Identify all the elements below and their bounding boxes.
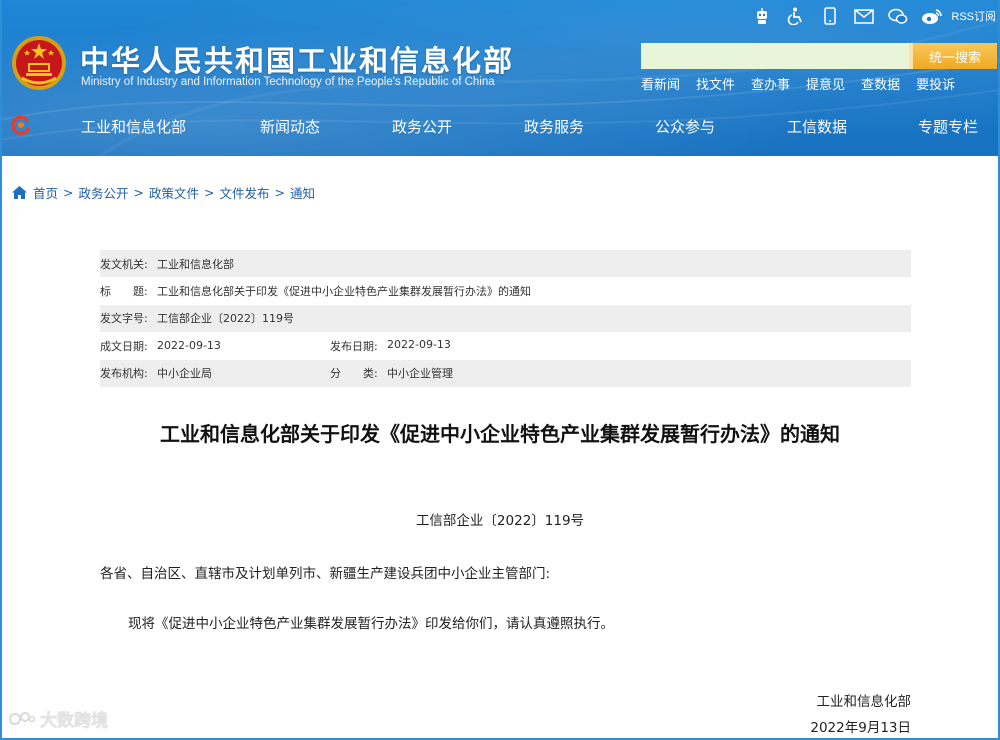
nav-item-ministry[interactable]: 工业和信息化部: [81, 116, 186, 137]
breadcrumb-notice[interactable]: 通知: [290, 183, 315, 202]
weibo-icon[interactable]: [915, 4, 949, 28]
meta-label: 分 类:: [330, 367, 378, 381]
nav-item-gov-services[interactable]: 政务服务: [524, 116, 584, 137]
wechat-icon[interactable]: [881, 4, 915, 28]
meta-label: 发文字号:: [100, 312, 148, 326]
site-subtitle: Ministry of Industry and Information Tec…: [81, 76, 495, 88]
mobile-icon[interactable]: [813, 4, 847, 28]
nav-item-news[interactable]: 新闻动态: [260, 116, 320, 137]
breadcrumb-separator: >: [204, 185, 215, 200]
national-emblem-icon: [12, 36, 66, 90]
meta-row-docno: 发文字号: 工信部企业〔2022〕119号: [100, 304, 911, 333]
meta-value-category: 中小企业管理: [387, 367, 453, 381]
search-input[interactable]: [641, 43, 909, 69]
meta-value-written-date: 2022-09-13: [157, 339, 221, 353]
quick-links: 看新闻 找文件 查办事 提意见 查数据 要投诉: [641, 74, 971, 93]
home-icon: [12, 186, 27, 199]
meta-label: 成文日期:: [100, 339, 148, 353]
site-header: 中华人民共和国工业和信息化部 Ministry of Industry and …: [0, 0, 1000, 156]
breadcrumb-home[interactable]: 首页: [33, 183, 58, 202]
meta-value-docno: 工信部企业〔2022〕119号: [157, 312, 294, 326]
meta-col-category: 分 类: 中小企业管理: [330, 365, 453, 381]
miit-logo-icon[interactable]: [10, 114, 32, 136]
meta-col-published: 发布日期: 2022-09-13: [330, 338, 451, 354]
meta-label: 发布机构:: [100, 367, 148, 381]
meta-row-issuer: 发文机关: 工业和信息化部: [100, 250, 911, 278]
breadcrumb-doc-release[interactable]: 文件发布: [220, 183, 270, 202]
meta-label: 标 题:: [100, 285, 148, 299]
meta-row-dates: 成文日期: 2022-09-13 发布日期: 2022-09-13: [100, 332, 911, 359]
watermark: 大数跨境: [8, 706, 108, 731]
article-title: 工业和信息化部关于印发《促进中小企业特色产业集群发展暂行办法》的通知: [160, 422, 840, 446]
mail-icon[interactable]: [847, 4, 881, 28]
watermark-text: 大数跨境: [40, 711, 108, 731]
quick-link-feedback[interactable]: 提意见: [806, 74, 845, 93]
article-signature-date: 2022年9月13日: [810, 720, 911, 736]
meta-label: 发文机关:: [100, 257, 148, 271]
breadcrumb: 首页 > 政务公开 > 政策文件 > 文件发布 > 通知: [12, 183, 315, 202]
meta-value-issuer: 工业和信息化部: [157, 257, 234, 271]
breadcrumb-policy-docs[interactable]: 政策文件: [149, 183, 199, 202]
article-addressee: 各省、自治区、直辖市及计划单列市、新疆生产建设兵团中小企业主管部门:: [100, 566, 551, 582]
quick-link-complaint[interactable]: 要投诉: [916, 74, 955, 93]
quick-link-files[interactable]: 找文件: [696, 74, 735, 93]
meta-value-org: 中小企业局: [157, 367, 212, 381]
document-meta-table: 发文机关: 工业和信息化部 标 题: 工业和信息化部关于印发《促进中小企业特色产…: [100, 250, 911, 387]
meta-label: 发布日期:: [330, 339, 378, 353]
nav-item-miit-data[interactable]: 工信数据: [787, 116, 847, 137]
breadcrumb-separator: >: [133, 185, 144, 200]
breadcrumb-separator: >: [274, 185, 285, 200]
breadcrumb-separator: >: [63, 185, 74, 200]
article-body-paragraph: 现将《促进中小企业特色产业集群发展暂行办法》印发给你们，请认真遵照执行。: [128, 616, 614, 632]
main-nav: 工业和信息化部 新闻动态 政务公开 政务服务 公众参与 工信数据 专题专栏: [0, 106, 1000, 146]
nav-item-public-participation[interactable]: 公众参与: [655, 116, 715, 137]
meta-row-title: 标 题: 工业和信息化部关于印发《促进中小企业特色产业集群发展暂行办法》的通知: [100, 277, 911, 304]
robot-icon[interactable]: [745, 4, 779, 28]
site-title: 中华人民共和国工业和信息化部: [80, 44, 515, 78]
watermark-logo-icon: [9, 711, 36, 725]
accessibility-icon[interactable]: [779, 4, 813, 28]
meta-value-published-date: 2022-09-13: [387, 337, 451, 351]
top-utility-bar: RSS订阅: [745, 4, 996, 28]
breadcrumb-gov-affairs[interactable]: 政务公开: [79, 183, 129, 202]
rss-link[interactable]: RSS订阅: [951, 8, 996, 24]
meta-row-org: 发布机构: 中小企业局 分 类: 中小企业管理: [100, 359, 911, 387]
meta-value-title: 工业和信息化部关于印发《促进中小企业特色产业集群发展暂行办法》的通知: [157, 285, 531, 299]
quick-link-data[interactable]: 查数据: [861, 74, 900, 93]
quick-link-services[interactable]: 查办事: [751, 74, 790, 93]
nav-item-gov-affairs[interactable]: 政务公开: [392, 116, 452, 137]
article-signature-org: 工业和信息化部: [816, 694, 912, 710]
quick-link-news[interactable]: 看新闻: [641, 74, 680, 93]
search-button[interactable]: 统一搜索: [909, 43, 997, 69]
article-docno: 工信部企业〔2022〕119号: [415, 513, 585, 529]
nav-item-special-topics[interactable]: 专题专栏: [918, 116, 978, 137]
